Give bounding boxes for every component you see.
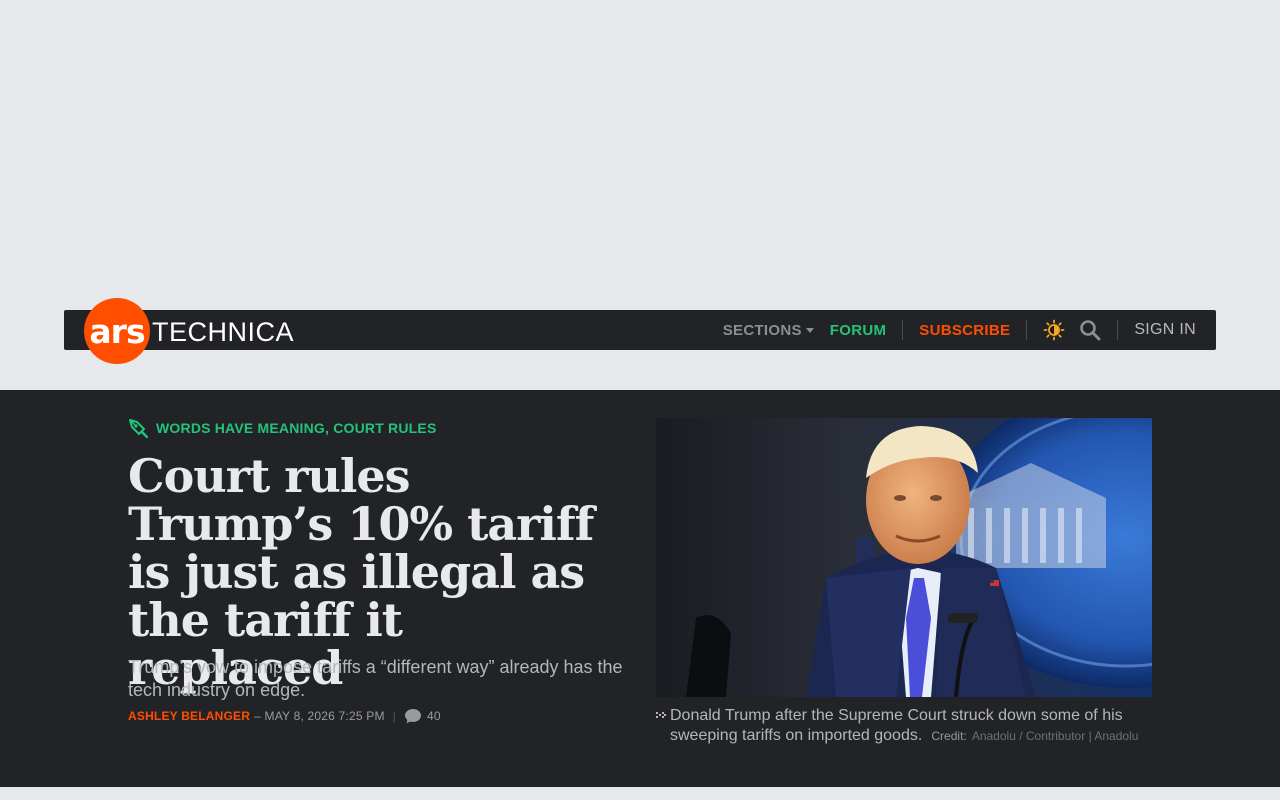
- comment-count: 40: [426, 709, 441, 723]
- credit-label: Credit:: [931, 729, 967, 743]
- kicker-label: WORDS HAVE MEANING, COURT RULES: [156, 420, 437, 436]
- subscribe-link[interactable]: SUBSCRIBE: [919, 322, 1010, 339]
- comment-bubble-icon: [404, 709, 421, 724]
- top-navigation-bar: ars TECHNICA SECTIONS FORUM SUBSCRIBE SI…: [64, 298, 1216, 364]
- comments-link[interactable]: 40: [404, 708, 441, 724]
- logo-ars-badge: ars: [84, 298, 150, 364]
- ad-space: [0, 0, 1280, 310]
- logo-technica-wordmark: TECHNICA: [152, 316, 295, 347]
- nav-divider: [1117, 320, 1119, 340]
- forum-link[interactable]: FORUM: [830, 322, 887, 339]
- article-byline: ASHLEY BELANGER – MAY 8, 2026 7:25 PM | …: [128, 708, 441, 724]
- search-icon: [1080, 320, 1101, 341]
- credit-text: Anadolu / Contributor | Anadolu: [971, 729, 1139, 743]
- sun-icon: [1043, 319, 1065, 341]
- search-button[interactable]: [1079, 319, 1101, 341]
- byline-separator: |: [392, 709, 396, 723]
- nav-divider: [902, 320, 904, 340]
- main-nav: SECTIONS FORUM SUBSCRIBE SIGN IN: [723, 310, 1196, 350]
- lead-photo: [656, 418, 1152, 697]
- sign-in-link[interactable]: SIGN IN: [1134, 321, 1196, 339]
- pen-nib-icon: [129, 419, 148, 438]
- site-logo[interactable]: ars TECHNICA: [84, 298, 294, 364]
- sections-menu-button[interactable]: SECTIONS: [723, 322, 814, 339]
- nav-divider: [1026, 320, 1028, 340]
- image-caption: Donald Trump after the Supreme Court str…: [656, 705, 1152, 746]
- author-link[interactable]: ASHLEY BELANGER: [128, 709, 250, 723]
- chevron-down-icon: [805, 327, 814, 333]
- caption-arrow-icon: [656, 712, 666, 718]
- lead-image[interactable]: [656, 418, 1152, 697]
- publish-date: – MAY 8, 2026 7:25 PM: [254, 709, 385, 723]
- theme-toggle-button[interactable]: [1043, 319, 1065, 341]
- page-background-strip: [0, 787, 1280, 800]
- article-kicker[interactable]: WORDS HAVE MEANING, COURT RULES: [128, 418, 437, 438]
- sections-label: SECTIONS: [722, 321, 802, 339]
- article-dek: Trump’s vow to impose tariffs a “differe…: [128, 657, 623, 700]
- caption-body: Donald Trump after the Supreme Court str…: [670, 705, 1140, 746]
